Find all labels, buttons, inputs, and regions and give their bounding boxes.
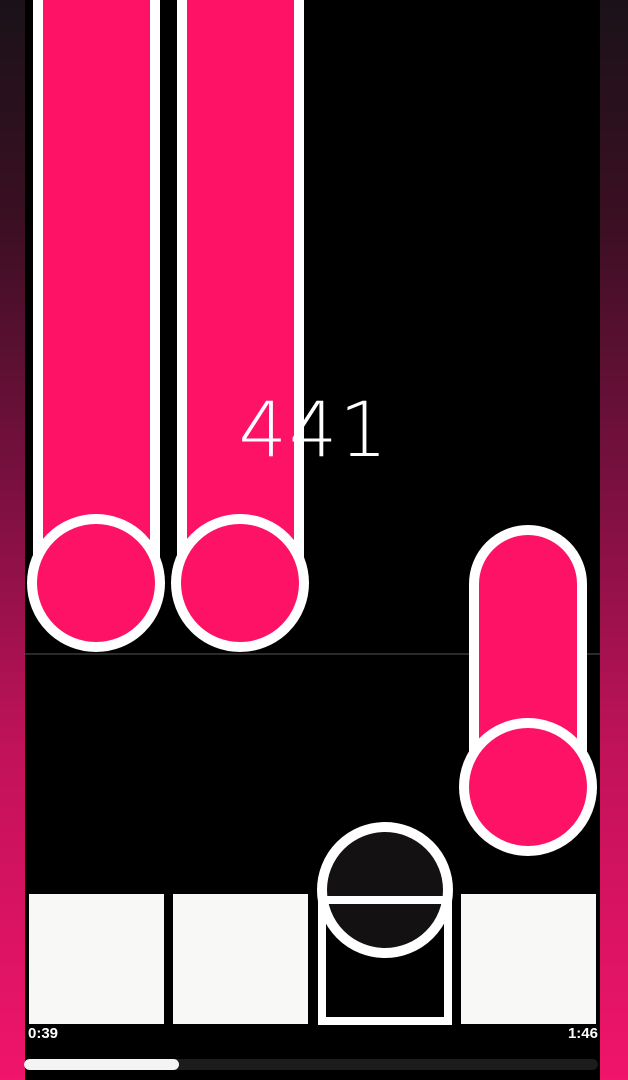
hold-note-lane-2-head xyxy=(171,514,309,652)
hold-note-lane-2 xyxy=(171,0,309,652)
song-progress-bar[interactable] xyxy=(24,1059,598,1070)
pressed-key-disc xyxy=(317,822,453,958)
score-counter: 441 xyxy=(238,385,390,474)
hold-note-lane-1-head xyxy=(27,514,165,652)
elapsed-time: 0:39 xyxy=(28,1025,59,1042)
hold-note-lane-1 xyxy=(27,0,165,652)
lane-key-3-pressed[interactable] xyxy=(317,822,453,1025)
song-progress-fill xyxy=(24,1059,179,1070)
total-time: 1:46 xyxy=(567,1025,598,1042)
hold-note-lane-1-body xyxy=(33,0,160,575)
lane-key-4[interactable] xyxy=(461,894,596,1024)
lane-key-2[interactable] xyxy=(173,894,308,1024)
game-playfield xyxy=(24,0,600,1025)
hold-note-lane-4-head xyxy=(459,718,597,856)
hold-note-lane-4 xyxy=(459,525,597,856)
lane-key-1[interactable] xyxy=(29,894,164,1024)
hold-note-lane-2-body xyxy=(177,0,304,575)
